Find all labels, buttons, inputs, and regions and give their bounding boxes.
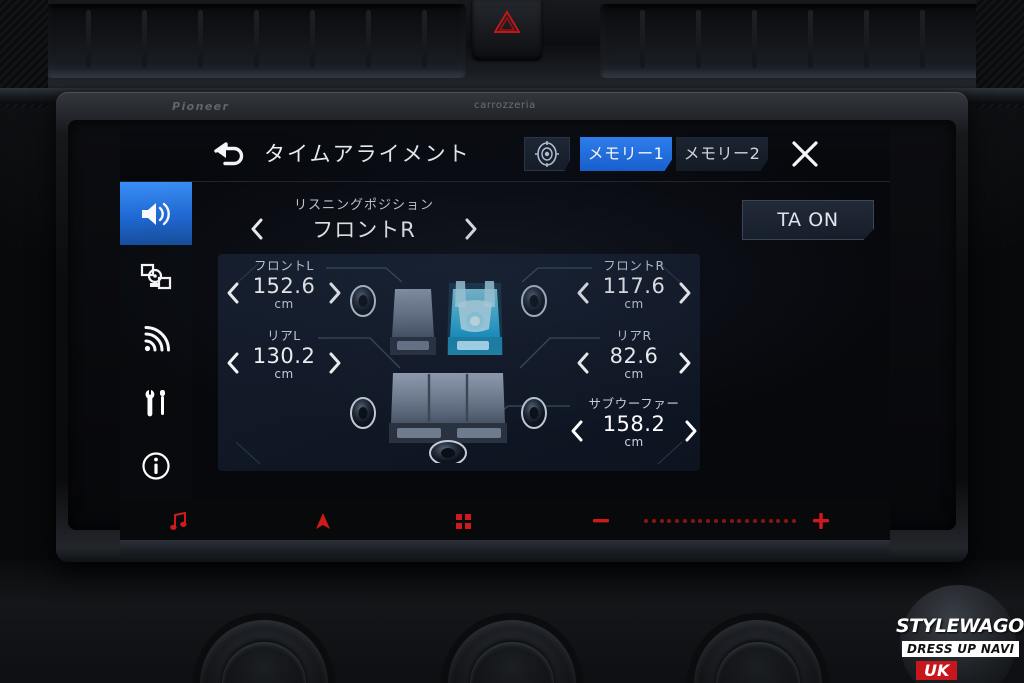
hazard-light-button[interactable] [472,0,542,60]
media-source-icon [140,263,172,289]
subwoofer-decrease-button[interactable] [570,419,585,443]
volume-level-indicator[interactable] [644,518,796,524]
air-vent-right [600,4,1020,78]
pioneer-logo: Pioneer [172,100,230,113]
close-icon [792,141,818,167]
speaker-unit-subwoofer: cm [624,434,644,449]
speaker-label-front-left: フロントL [254,258,314,273]
watermark-subtitle: DRESS UP NAVI [902,641,1020,657]
air-vent-bar [0,0,1024,108]
listening-position-selector: フロントR [250,214,478,244]
watermark-style: STYLE [896,615,960,637]
front-left-decrease-button[interactable] [226,281,241,305]
volume-down-button[interactable] [590,511,612,535]
listening-position-prev-button[interactable] [250,217,265,241]
front-left-increase-button[interactable] [327,281,342,305]
listening-position-value: フロントR [312,218,416,242]
memory-tab-1[interactable]: メモリー1 [580,137,672,171]
sidebar-item-sound[interactable] [120,182,192,245]
front-right-speaker [521,285,547,317]
rear-left-decrease-button[interactable] [226,351,241,375]
ta-on-button[interactable]: TA ON [742,200,874,240]
rear-left-speaker [350,397,376,429]
front-left-speaker [350,285,376,317]
speaker-icon [142,202,170,225]
screenshot-root: Pioneer carrozzeria タイムアライメント メモリー1 メモリー… [0,0,1024,683]
air-vent-left [46,4,466,78]
subwoofer-increase-button[interactable] [683,419,698,443]
volume-up-button[interactable] [810,511,832,535]
speaker-label-rear-left: リアL [267,328,301,343]
hazard-triangle-icon [493,10,521,38]
lcd-screen: タイムアライメント メモリー1 メモリー2 リスニングポジション フロントR T… [120,126,890,501]
plus-icon [813,513,829,529]
rear-right-increase-button[interactable] [677,351,692,375]
speaker-value-rear-right: 82.6 [609,343,659,368]
speaker-label-rear-right: リアR [616,328,652,343]
speaker-unit-rear-left: cm [274,366,294,381]
speaker-unit-front-right: cm [624,296,644,311]
watermark: STYLEWAGON DRESS UP NAVI UK [888,603,1024,680]
speaker-control-rear-right: リアR 82.6 cm [576,328,692,381]
time-alignment-panel: フロントL 152.6 cm フロントR 117.6 cm リアL 130.2 … [218,254,700,471]
front-right-decrease-button[interactable] [576,281,591,305]
info-icon [142,451,170,480]
speaker-unit-rear-right: cm [624,366,644,381]
listening-position-next-button[interactable] [463,217,478,241]
sidebar-item-media[interactable] [120,245,192,308]
apps-grid-icon [456,514,471,529]
rear-right-speaker [521,397,547,429]
minus-icon [593,519,609,523]
music-button[interactable] [170,511,188,535]
speaker-value-rear-left: 130.2 [252,343,316,368]
speaker-control-front-right: フロントR 117.6 cm [576,258,692,311]
speaker-value-front-left: 152.6 [252,273,316,298]
sidebar-item-info[interactable] [120,434,192,497]
head-unit-lower-trim [120,540,890,556]
car-seat-diagram [350,281,547,463]
sidebar [120,182,192,501]
speaker-label-front-right: フロントR [603,258,665,273]
back-arrow-icon [214,142,244,166]
speaker-unit-front-left: cm [274,296,294,311]
back-button[interactable] [208,139,248,171]
watermark-title: STYLEWAGON [896,615,1024,637]
listening-position-label: リスニングポジション [294,198,435,213]
tools-icon [145,389,165,416]
subwoofer-speaker [429,440,467,463]
close-button[interactable] [788,137,822,171]
apps-button[interactable] [454,511,472,535]
memory-tab-2[interactable]: メモリー2 [676,137,768,171]
speaker-value-front-right: 117.6 [602,273,666,298]
main-content: リスニングポジション フロントR TA ON フロントL 152.6 cm フロ… [192,182,890,501]
music-note-icon [170,511,187,530]
rear-bench-seat [389,373,507,443]
speaker-value-subwoofer: 158.2 [602,411,666,436]
auto-ta-measure-button[interactable] [524,137,570,171]
page-title: タイムアライメント [264,142,471,166]
navigation-arrow-icon [316,513,330,529]
hardware-button-bar [120,501,890,541]
sidebar-item-network[interactable] [120,308,192,371]
auto-measure-target-icon [535,141,559,167]
rear-left-increase-button[interactable] [327,351,342,375]
speaker-label-subwoofer: サブウーファー [588,396,680,411]
sidebar-item-settings[interactable] [120,371,192,434]
carrozzeria-logo: carrozzeria [474,100,536,111]
speaker-control-subwoofer: サブウーファー 158.2 cm [570,396,698,449]
front-left-seat [390,289,436,355]
speaker-control-front-left: フロントL 152.6 cm [226,258,342,311]
navi-button[interactable] [314,511,332,535]
speaker-control-rear-left: リアL 130.2 cm [226,328,342,381]
watermark-wagon: WAGON [959,615,1024,637]
watermark-badge: UK [916,661,958,680]
front-right-increase-button[interactable] [677,281,692,305]
front-right-seat-highlighted [447,281,503,355]
rear-right-decrease-button[interactable] [576,351,591,375]
signal-wifi-icon [144,325,170,351]
